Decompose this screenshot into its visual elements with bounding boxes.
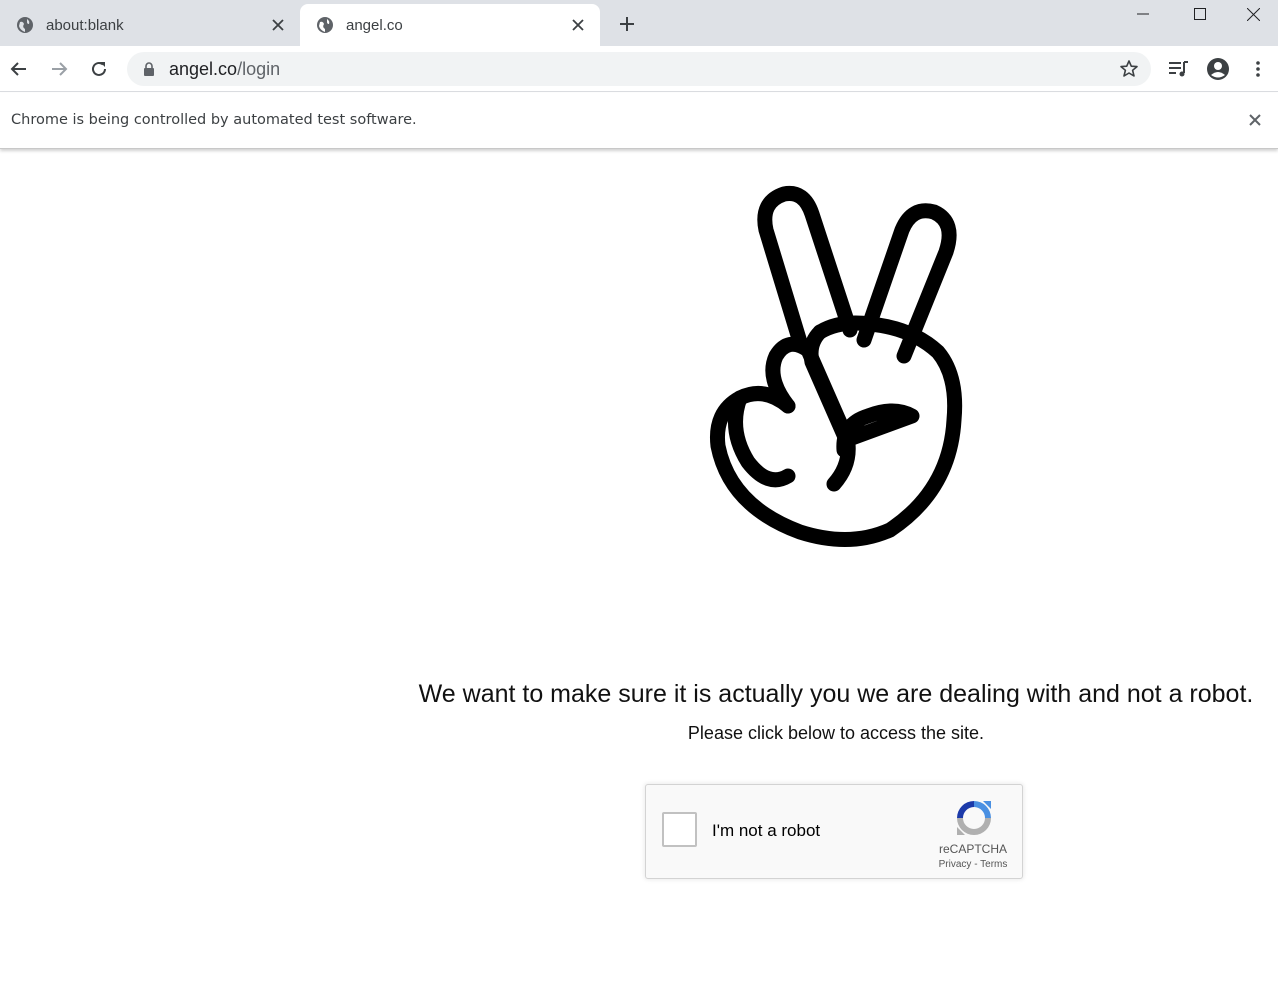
globe-icon (16, 16, 34, 34)
globe-icon (316, 16, 334, 34)
bookmark-star-icon[interactable] (1119, 59, 1139, 79)
links-separator: - (971, 859, 981, 870)
page-subline: Please click below to access the site. (687, 723, 985, 743)
tab-strip: about:blank angel.co (0, 0, 1278, 46)
tab-title: angel.co (346, 16, 403, 34)
maximize-button[interactable] (1171, 0, 1228, 28)
recaptcha-checkbox[interactable] (662, 812, 697, 847)
new-tab-button[interactable] (615, 12, 639, 36)
queue-music-icon (1169, 61, 1188, 77)
browser-toolbar: angel.co/login (0, 46, 1278, 92)
page-headline: We want to make sure it is actually you … (418, 680, 1254, 708)
profile-button[interactable] (1205, 56, 1231, 82)
media-control-button[interactable] (1165, 56, 1191, 82)
lock-icon (143, 61, 157, 77)
page-content: We want to make sure it is actually you … (0, 150, 1278, 985)
close-icon[interactable] (568, 15, 588, 35)
terms-link[interactable]: Terms (980, 859, 1007, 870)
reload-icon (92, 61, 106, 76)
reload-button[interactable] (86, 56, 112, 82)
forward-button[interactable] (46, 56, 72, 82)
menu-button[interactable] (1245, 56, 1271, 82)
url-path: /login (237, 58, 281, 79)
arrow-left-icon (10, 62, 26, 76)
recaptcha-logo-icon (953, 797, 995, 839)
privacy-link[interactable]: Privacy (939, 859, 972, 870)
url-host: angel.co (169, 58, 238, 79)
minimize-button[interactable] (1114, 0, 1171, 28)
recaptcha-brand: reCAPTCHA (938, 842, 1007, 856)
arrow-right-icon (52, 62, 68, 76)
tab-title: about:blank (46, 16, 124, 34)
recaptcha-label: I'm not a robot (712, 821, 821, 840)
back-button[interactable] (6, 56, 32, 82)
peace-hand-icon (700, 180, 970, 550)
close-icon[interactable] (268, 15, 288, 35)
recaptcha-links: Privacy - Terms (926, 859, 1020, 870)
recaptcha-widget: I'm not a robot reCAPTCHA Privacy - Term… (645, 784, 1023, 879)
tab-angel[interactable]: angel.co (300, 4, 600, 46)
address-bar[interactable]: angel.co/login (127, 52, 1151, 86)
url-text: angel.co/login (169, 59, 280, 80)
window-close-button[interactable] (1228, 0, 1278, 28)
infobar-message: Chrome is being controlled by automated … (11, 112, 417, 128)
close-icon[interactable] (1246, 111, 1264, 129)
account-circle-icon (1207, 58, 1229, 80)
tab-about-blank[interactable]: about:blank (0, 4, 300, 46)
automation-infobar: Chrome is being controlled by automated … (0, 93, 1278, 149)
kebab-menu-icon (1256, 61, 1260, 77)
